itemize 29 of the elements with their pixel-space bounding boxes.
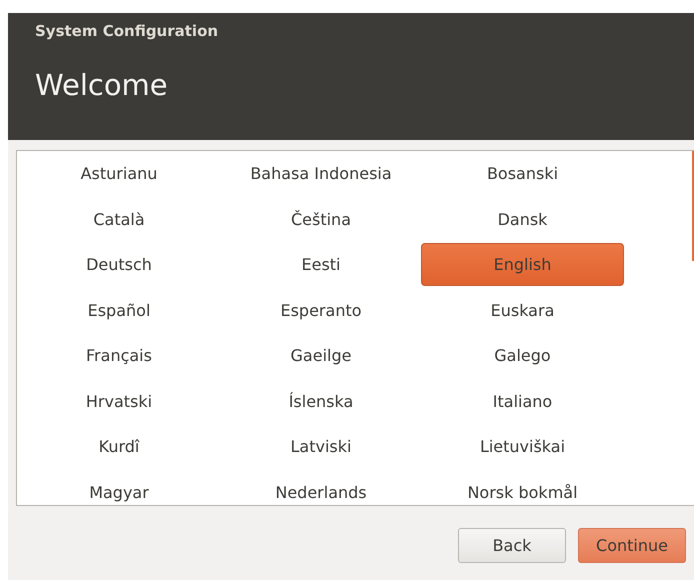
language-item[interactable]: Italiano (421, 380, 624, 423)
scrollbar[interactable] (692, 151, 694, 261)
language-item[interactable]: Galego (421, 334, 624, 378)
language-item[interactable]: Lietuviškai (421, 425, 624, 468)
language-item[interactable]: Deutsch (17, 243, 221, 286)
language-item[interactable]: Čeština (221, 198, 421, 241)
language-item[interactable]: Norsk bokmål (421, 470, 624, 505)
language-item[interactable]: Català (17, 198, 221, 241)
language-item[interactable]: Kurdî (17, 425, 221, 468)
language-item[interactable]: Bosanski (421, 152, 624, 196)
language-item[interactable]: Esperanto (221, 288, 421, 332)
window-title: System Configuration (35, 22, 220, 40)
back-button[interactable]: Back (458, 528, 566, 563)
language-item[interactable]: Nederlands (221, 470, 421, 505)
language-item[interactable]: Euskara (421, 288, 624, 332)
language-item[interactable]: Íslenska (221, 380, 421, 423)
language-item[interactable]: Magyar (17, 470, 221, 505)
language-item[interactable]: Español (17, 288, 221, 332)
language-item[interactable]: Gaeilge (221, 334, 421, 378)
page-heading: Welcome (35, 68, 169, 102)
language-item[interactable]: Latviski (221, 425, 421, 468)
language-item[interactable]: Dansk (421, 198, 624, 241)
language-item[interactable]: Asturianu (17, 152, 221, 196)
language-item[interactable]: Français (17, 334, 221, 378)
continue-button[interactable]: Continue (578, 528, 686, 563)
language-item[interactable]: Bahasa Indonesia (221, 152, 421, 196)
language-item[interactable]: Eesti (221, 243, 421, 286)
language-item[interactable]: English (421, 243, 624, 286)
language-item[interactable]: Hrvatski (17, 380, 221, 423)
